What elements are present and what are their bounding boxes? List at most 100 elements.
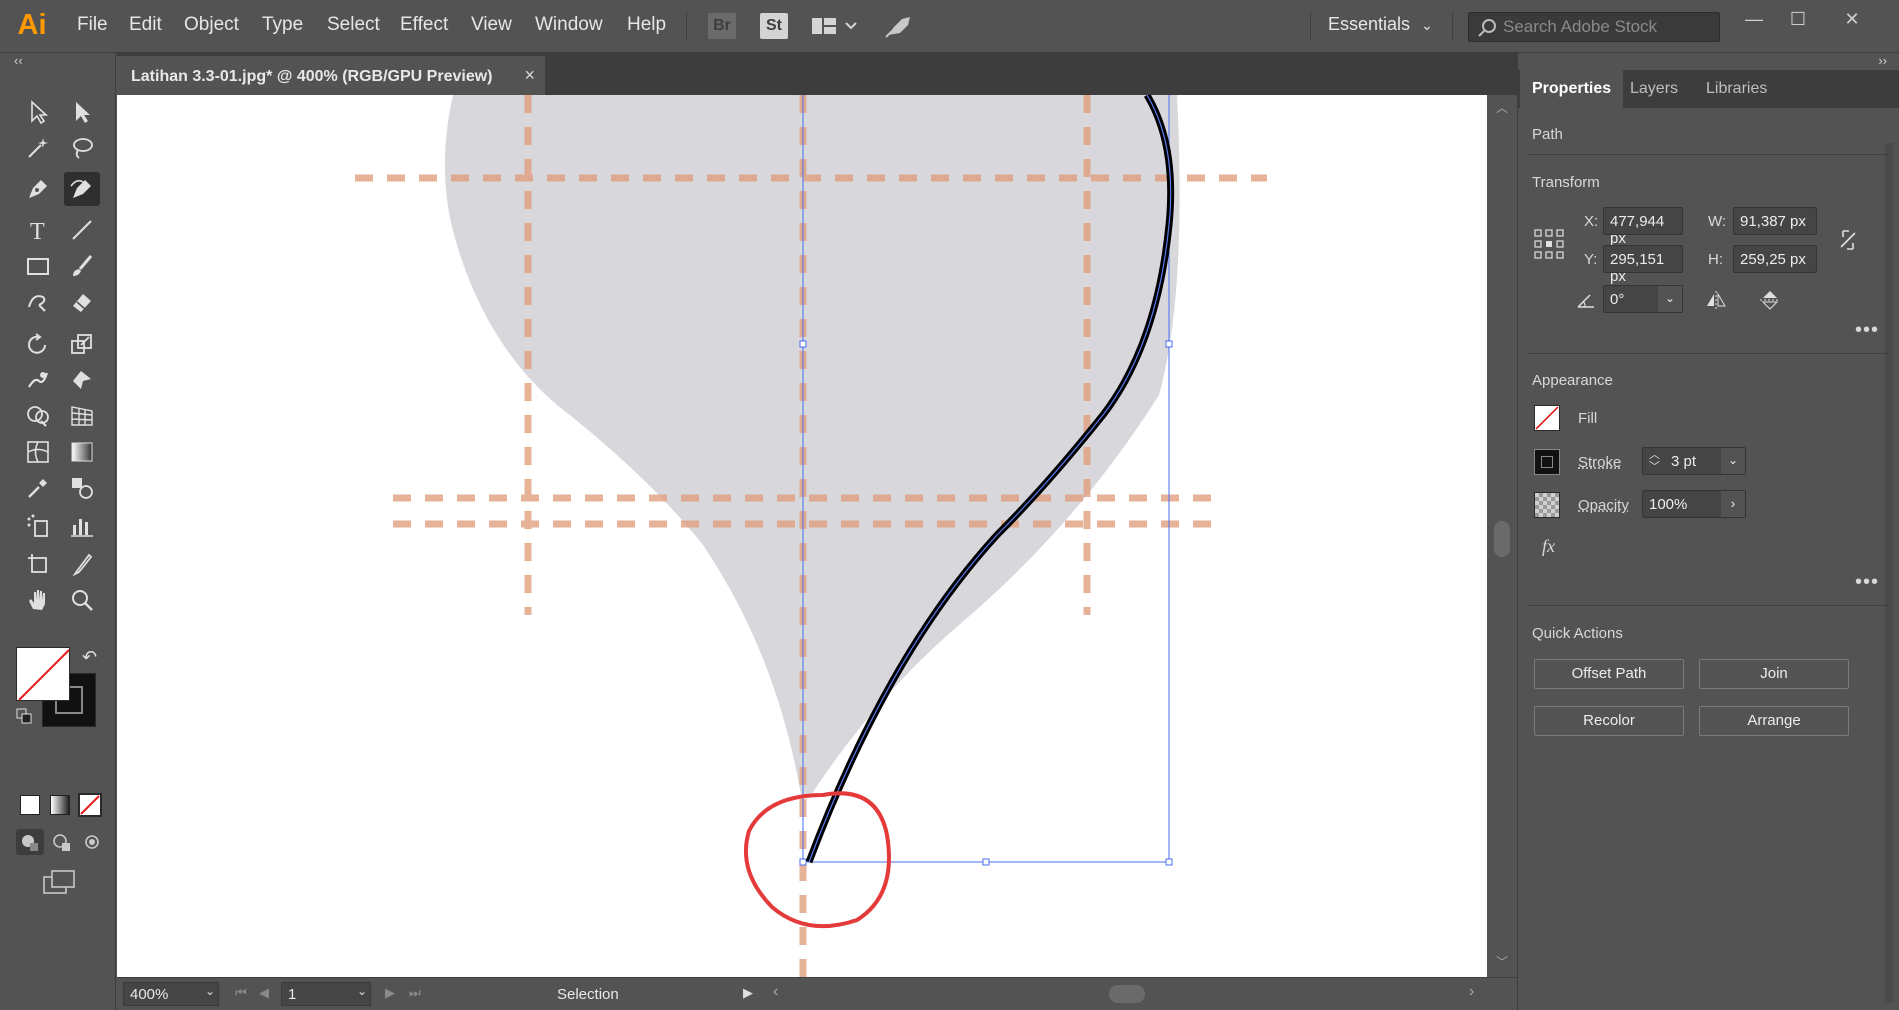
- menu-effect[interactable]: Effect: [400, 14, 448, 36]
- constrain-proportions-icon[interactable]: [1836, 227, 1860, 253]
- selection-tool-icon[interactable]: [20, 95, 56, 129]
- blend-tool-icon[interactable]: [64, 471, 100, 505]
- width-field[interactable]: 91,387 px: [1733, 207, 1817, 235]
- next-artboard-icon[interactable]: ▶: [385, 985, 395, 1001]
- gpu-rocket-icon[interactable]: [882, 13, 916, 39]
- default-fill-stroke-icon[interactable]: [16, 708, 32, 724]
- symbol-sprayer-tool-icon[interactable]: [20, 509, 56, 543]
- artboard-tool-icon[interactable]: [20, 547, 56, 581]
- tab-properties[interactable]: Properties: [1520, 70, 1624, 108]
- paintbrush-tool-icon[interactable]: [64, 249, 100, 283]
- flip-vertical-icon[interactable]: [1758, 289, 1782, 311]
- rectangle-tool-icon[interactable]: [20, 249, 56, 283]
- tab-layers[interactable]: Layers: [1618, 70, 1690, 108]
- arrange-button[interactable]: Arrange: [1699, 706, 1849, 736]
- chevron-down-icon[interactable]: ⌄: [1721, 448, 1745, 474]
- recolor-button[interactable]: Recolor: [1534, 706, 1684, 736]
- more-options-icon[interactable]: •••: [1855, 319, 1879, 342]
- collapse-toolbar-icon[interactable]: ‹‹: [14, 53, 23, 68]
- eyedropper-tool-icon[interactable]: [20, 471, 56, 505]
- stepper-icon[interactable]: ︿ ﹀: [1649, 449, 1660, 473]
- more-options-icon[interactable]: •••: [1855, 571, 1879, 594]
- mesh-tool-icon[interactable]: [20, 435, 56, 469]
- pen-tool-icon[interactable]: [20, 172, 56, 206]
- perspective-grid-tool-icon[interactable]: [64, 399, 100, 433]
- horizontal-scroll-thumb[interactable]: [1109, 985, 1145, 1003]
- tab-libraries[interactable]: Libraries: [1694, 70, 1779, 108]
- draw-behind-icon[interactable]: [48, 829, 76, 855]
- menu-view[interactable]: View: [471, 14, 512, 36]
- scroll-right-icon[interactable]: ›: [1469, 983, 1474, 1001]
- chevron-down-icon[interactable]: ⌄: [1658, 286, 1682, 312]
- close-window-icon[interactable]: ✕: [1832, 6, 1872, 32]
- status-menu-icon[interactable]: ▶: [743, 985, 753, 1001]
- arrange-documents-icon[interactable]: [810, 13, 860, 39]
- menu-edit[interactable]: Edit: [129, 14, 162, 36]
- type-tool-icon[interactable]: T: [20, 213, 56, 247]
- bridge-icon[interactable]: Br: [708, 13, 736, 39]
- curvature-tool-icon[interactable]: [64, 172, 100, 206]
- swap-fill-stroke-icon[interactable]: ↶: [82, 647, 97, 668]
- screen-mode-icon[interactable]: [42, 869, 78, 897]
- vertical-scroll-thumb[interactable]: [1494, 521, 1510, 557]
- eraser-tool-icon[interactable]: [64, 285, 100, 319]
- direct-selection-tool-icon[interactable]: [64, 95, 100, 129]
- shaper-tool-icon[interactable]: [20, 285, 56, 319]
- menu-type[interactable]: Type: [262, 14, 303, 36]
- chevron-right-icon[interactable]: ›: [1721, 491, 1745, 517]
- stock-icon[interactable]: St: [760, 13, 788, 39]
- stroke-color-swatch[interactable]: [1534, 449, 1560, 475]
- shape-builder-tool-icon[interactable]: [20, 399, 56, 433]
- offset-path-button[interactable]: Offset Path: [1534, 659, 1684, 689]
- draw-inside-icon[interactable]: [78, 829, 106, 855]
- artboard-canvas[interactable]: [117, 95, 1487, 977]
- document-tab[interactable]: Latihan 3.3-01.jpg* @ 400% (RGB/GPU Prev…: [117, 56, 545, 95]
- lasso-tool-icon[interactable]: [64, 131, 100, 165]
- line-segment-tool-icon[interactable]: [64, 213, 100, 247]
- scale-tool-icon[interactable]: [64, 327, 100, 361]
- menu-file[interactable]: File: [77, 14, 108, 36]
- x-position-field[interactable]: 477,944 px: [1603, 207, 1683, 247]
- magic-wand-tool-icon[interactable]: [20, 131, 56, 165]
- zoom-dropdown-icon[interactable]: ⌄: [205, 984, 215, 998]
- warp-tool-icon[interactable]: [20, 363, 56, 397]
- slice-tool-icon[interactable]: [64, 547, 100, 581]
- stroke-weight-field[interactable]: ︿ ﹀ 3 pt ⌄: [1642, 447, 1746, 475]
- menu-help[interactable]: Help: [627, 14, 666, 36]
- search-input[interactable]: [1503, 17, 1715, 37]
- hand-tool-icon[interactable]: [20, 583, 56, 617]
- gradient-mode-icon[interactable]: [50, 795, 70, 815]
- flip-horizontal-icon[interactable]: [1704, 289, 1728, 311]
- draw-normal-icon[interactable]: [16, 829, 44, 855]
- workspace-switcher[interactable]: Essentials ⌄: [1328, 14, 1433, 35]
- rotate-tool-icon[interactable]: [20, 327, 56, 361]
- last-artboard-icon[interactable]: ⏭: [409, 985, 421, 1001]
- stock-search[interactable]: [1468, 12, 1720, 42]
- close-tab-icon[interactable]: ×: [524, 65, 535, 86]
- zoom-tool-icon[interactable]: [64, 583, 100, 617]
- height-field[interactable]: 259,25 px: [1733, 245, 1817, 273]
- opacity-label[interactable]: Opacity: [1578, 497, 1629, 514]
- panel-scrollbar[interactable]: [1885, 143, 1893, 1003]
- reference-point-icon[interactable]: [1534, 229, 1564, 259]
- previous-artboard-icon[interactable]: ◀: [259, 985, 269, 1001]
- join-button[interactable]: Join: [1699, 659, 1849, 689]
- scroll-down-icon[interactable]: ﹀: [1496, 953, 1508, 970]
- artboard-dropdown-icon[interactable]: ⌄: [357, 984, 367, 998]
- y-position-field[interactable]: 295,151 px: [1603, 245, 1683, 285]
- maximize-icon[interactable]: ☐: [1778, 6, 1818, 32]
- stroke-label[interactable]: Stroke: [1578, 454, 1621, 471]
- minimize-icon[interactable]: —: [1734, 6, 1774, 32]
- column-graph-tool-icon[interactable]: [64, 509, 100, 543]
- fill-swatch[interactable]: [16, 647, 70, 701]
- fx-effects-icon[interactable]: fx: [1542, 536, 1555, 557]
- color-mode-icon[interactable]: [20, 795, 40, 815]
- menu-select[interactable]: Select: [327, 14, 380, 36]
- vertical-scrollbar[interactable]: ︿ ﹀: [1487, 95, 1517, 977]
- fill-color-swatch[interactable]: [1534, 405, 1560, 431]
- menu-window[interactable]: Window: [535, 14, 603, 36]
- collapse-panel-icon[interactable]: ››: [1878, 53, 1887, 68]
- first-artboard-icon[interactable]: ⏮: [235, 985, 247, 1001]
- rotation-field[interactable]: 0° ⌄: [1603, 285, 1683, 313]
- opacity-field[interactable]: 100% ›: [1642, 490, 1746, 518]
